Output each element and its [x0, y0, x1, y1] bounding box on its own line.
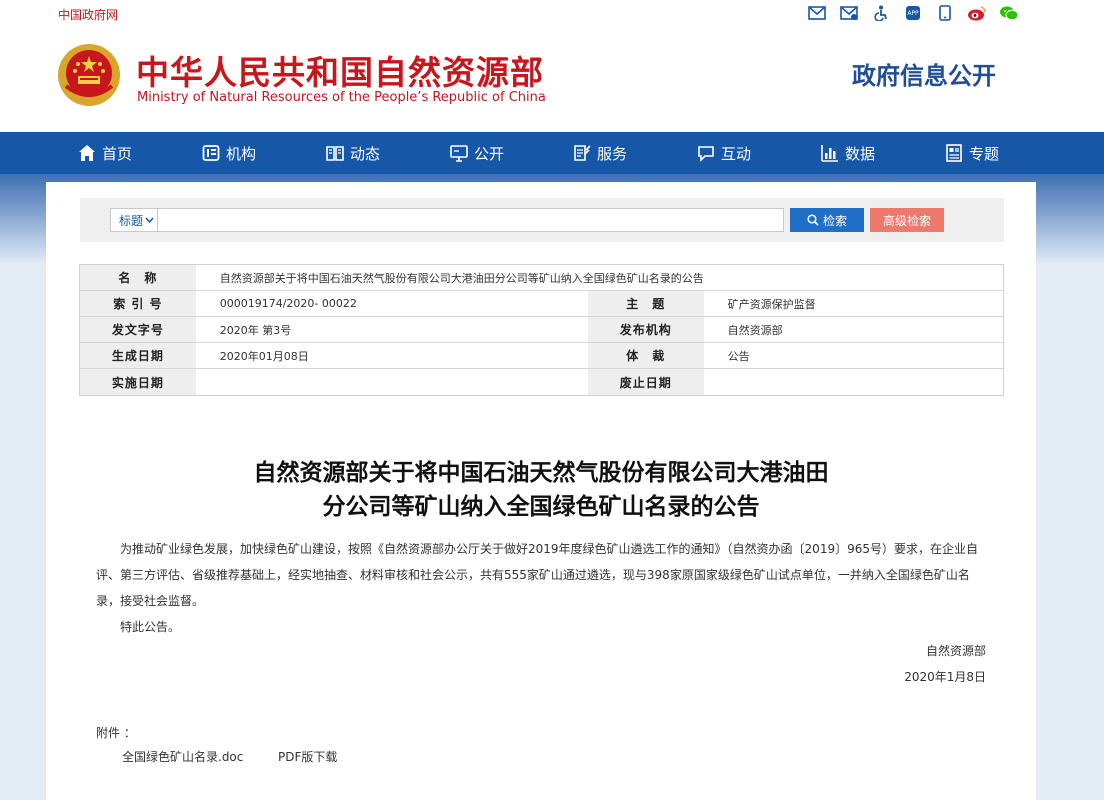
meta-value: 矿产资源保护监督 — [703, 291, 1003, 316]
app-icon[interactable]: APP — [902, 4, 924, 22]
attachment-pdf-link[interactable]: PDF版下载 — [278, 748, 337, 765]
weibo-icon[interactable] — [966, 4, 988, 22]
topic-icon — [946, 144, 962, 162]
search-icon — [807, 214, 819, 226]
search-button-label: 检索 — [822, 213, 847, 228]
form-icon — [574, 145, 591, 161]
wechat-icon[interactable] — [998, 4, 1020, 22]
content-card: 标题 检索 高级检索 名 称 自然资源部关于将中国石油天然气股份有限公司大港油田… — [46, 182, 1036, 800]
chat-icon — [698, 146, 714, 162]
meta-row: 生成日期 2020年01月08日 体 裁 公告 — [80, 343, 1003, 369]
nav-item-interact[interactable]: 互动 — [697, 132, 751, 174]
search-input[interactable] — [158, 208, 784, 232]
nav-item-news[interactable]: 动态 — [326, 132, 380, 174]
meta-label: 生成日期 — [80, 343, 196, 368]
national-emblem-icon — [56, 42, 122, 108]
gov-portal-link[interactable]: 中国政府网 — [58, 6, 118, 23]
nav-label: 数据 — [845, 144, 876, 163]
attachment-label: 附件 ： — [96, 726, 136, 740]
nav-item-topic[interactable]: 专题 — [945, 132, 999, 174]
monitor-icon — [450, 145, 468, 162]
svg-text:APP: APP — [907, 10, 919, 17]
search-button[interactable]: 检索 — [790, 208, 864, 232]
meta-row: 名 称 自然资源部关于将中国石油天然气股份有限公司大港油田分公司等矿山纳入全国绿… — [80, 265, 1003, 291]
meta-row: 发文字号 2020年 第3号 发布机构 自然资源部 — [80, 317, 1003, 343]
meta-row: 索 引 号 000019174/2020- 00022 主 题 矿产资源保护监督 — [80, 291, 1003, 317]
meta-value: 000019174/2020- 00022 — [195, 291, 588, 316]
meta-value: 公告 — [703, 343, 1003, 368]
meta-label: 名 称 — [80, 265, 196, 290]
meta-label: 废止日期 — [587, 369, 704, 395]
org-icon — [202, 145, 220, 161]
nav-item-home[interactable]: 首页 — [78, 132, 132, 174]
document-title-line: 自然资源部关于将中国石油天然气股份有限公司大港油田 — [253, 460, 829, 486]
document-title-line: 分公司等矿山纳入全国绿色矿山名录的公告 — [322, 494, 760, 520]
search-bar: 标题 检索 高级检索 — [80, 198, 1004, 242]
nav-label: 公开 — [474, 144, 505, 163]
meta-table: 名 称 自然资源部关于将中国石油天然气股份有限公司大港油田分公司等矿山纳入全国绿… — [79, 264, 1004, 396]
meta-label: 体 裁 — [587, 343, 704, 368]
mail-icon[interactable] — [806, 4, 828, 22]
meta-value: 2020年 第3号 — [195, 317, 588, 342]
site-subtitle: Ministry of Natural Resources of the Peo… — [137, 90, 546, 105]
nav-label: 服务 — [597, 144, 628, 163]
meta-value: 2020年01月08日 — [195, 343, 588, 368]
book-icon — [326, 146, 344, 161]
section-title: 政府信息公开 — [852, 62, 996, 90]
meta-value — [195, 369, 588, 395]
advanced-search-button[interactable]: 高级检索 — [870, 208, 944, 232]
chevron-down-icon — [145, 217, 154, 223]
search-field-value: 标题 — [119, 213, 144, 228]
nav-label: 互动 — [721, 144, 752, 163]
meta-label: 主 题 — [587, 291, 704, 316]
top-icons: APP — [806, 4, 1020, 22]
home-icon — [79, 145, 95, 161]
meta-value — [703, 369, 1003, 395]
document-title: 自然资源部关于将中国石油天然气股份有限公司大港油田 分公司等矿山纳入全国绿色矿山… — [46, 456, 1036, 524]
nav-item-org[interactable]: 机构 — [202, 132, 256, 174]
nav-label: 首页 — [102, 144, 133, 163]
meta-label: 发布机构 — [587, 317, 704, 342]
nav-label: 动态 — [350, 144, 381, 163]
top-bar: 中国政府网 APP — [0, 0, 1104, 28]
document-date: 2020年1月8日 — [904, 670, 986, 684]
mail-reply-icon[interactable] — [838, 4, 860, 22]
meta-row: 实施日期 废止日期 — [80, 369, 1003, 395]
mobile-icon[interactable] — [934, 4, 956, 22]
accessibility-icon[interactable] — [870, 4, 892, 22]
meta-label: 索 引 号 — [80, 291, 196, 316]
search-field-select[interactable]: 标题 — [110, 208, 158, 232]
meta-value: 自然资源部 — [703, 317, 1003, 342]
main-nav: 首页 机构 动态 公开 服务 互动 数据 专题 — [0, 132, 1104, 174]
nav-label: 机构 — [226, 144, 257, 163]
site-header: 中华人民共和国自然资源部 Ministry of Natural Resourc… — [0, 28, 1104, 132]
document-paragraph: 为推动矿业绿色发展，加快绿色矿山建设，按照《自然资源部办公厅关于做好2019年度… — [96, 542, 978, 608]
chart-icon — [821, 145, 838, 162]
meta-value: 自然资源部关于将中国石油天然气股份有限公司大港油田分公司等矿山纳入全国绿色矿山名… — [195, 265, 1003, 290]
site-title: 中华人民共和国自然资源部 — [136, 53, 544, 92]
meta-label: 发文字号 — [80, 317, 196, 342]
document-paragraph: 特此公告。 — [120, 620, 181, 634]
nav-label: 专题 — [969, 144, 1000, 163]
nav-item-service[interactable]: 服务 — [573, 132, 627, 174]
nav-item-public[interactable]: 公开 — [450, 132, 504, 174]
attachment-doc-link[interactable]: 全国绿色矿山名录.doc — [122, 748, 243, 765]
document-signer: 自然资源部 — [925, 644, 986, 658]
nav-item-data[interactable]: 数据 — [821, 132, 875, 174]
meta-label: 实施日期 — [80, 369, 196, 395]
